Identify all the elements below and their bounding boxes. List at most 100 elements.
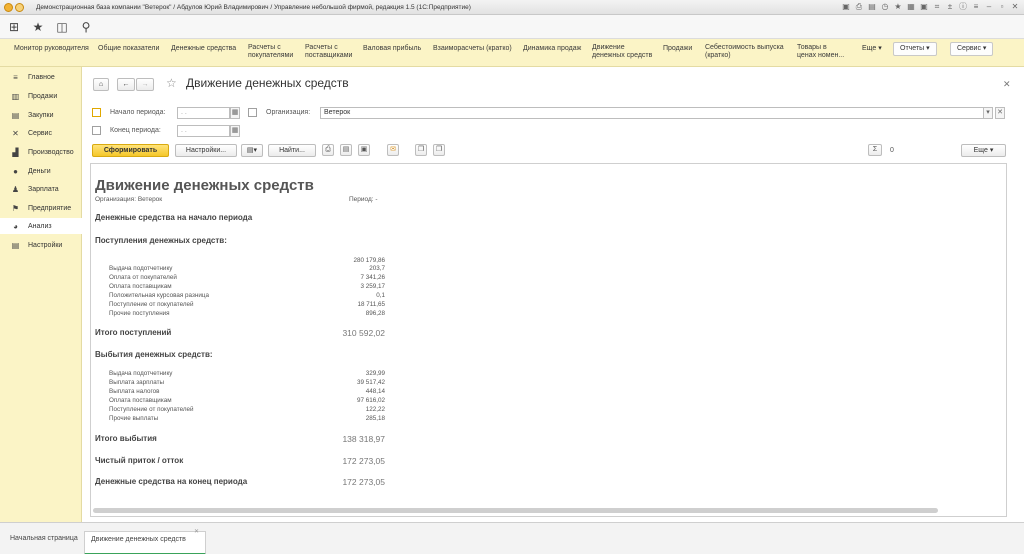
sidebar-item-label: Сервис <box>28 129 52 137</box>
section-item[interactable]: Валовая прибыль <box>363 45 421 53</box>
income-total: Итого поступлений 310 592,02 <box>95 328 385 340</box>
copy-button[interactable]: ❐ <box>415 144 427 156</box>
section-item[interactable]: Движение денежных средств <box>592 44 656 60</box>
minimize-icon[interactable]: – <box>984 2 994 12</box>
sum-value: 0 <box>890 147 894 154</box>
sidebar-item-money[interactable]: ● Деньги <box>0 163 82 179</box>
favorites-star-icon[interactable]: ★ <box>28 17 48 37</box>
end-period-label: Конец периода: <box>110 127 161 134</box>
app-menu-icon[interactable] <box>15 2 24 12</box>
tab-home-page[interactable]: Начальная страница <box>10 531 80 554</box>
variant-dropdown-icon: ▤▾ <box>246 147 258 154</box>
info-icon[interactable]: ⓘ <box>958 2 968 12</box>
table-row: Выплата налогов 448,14 <box>109 388 385 397</box>
back-button[interactable]: ← <box>117 78 135 91</box>
sidebar-item-label: Деньги <box>28 167 51 175</box>
organization-dropdown-button[interactable]: ▾ <box>983 107 993 119</box>
sidebar-item-analysis[interactable]: ◕ Анализ <box>0 218 82 234</box>
find-button[interactable]: Найти... <box>268 144 316 157</box>
print-button[interactable]: ⎙ <box>322 144 334 156</box>
end-balance-total: Денежные средства на конец периода 172 27… <box>95 477 385 489</box>
sidebar-item-sales[interactable]: ▥ Продажи <box>0 88 82 104</box>
history-icon[interactable]: ◫ <box>52 17 72 37</box>
sections-more-button[interactable]: Еще ▾ <box>855 42 889 56</box>
end-period-input[interactable]: . . <box>177 125 230 137</box>
section-item[interactable]: Товары в ценах номен... <box>797 44 847 60</box>
flag-icon: ⚑ <box>11 203 20 213</box>
link-icon[interactable]: ⌗ <box>932 2 942 12</box>
sidebar-item-settings[interactable]: ▤ Настройки <box>0 237 82 253</box>
favorite-star-icon[interactable]: ☆ <box>166 76 177 90</box>
horizontal-scrollbar[interactable] <box>93 508 938 513</box>
more-button[interactable]: Еще ▾ <box>961 144 1006 157</box>
generate-button[interactable]: Сформировать <box>92 144 169 157</box>
reports-button[interactable]: Отчеты ▾ <box>893 42 937 56</box>
organization-input[interactable]: Ветерок <box>320 107 984 119</box>
section-item[interactable]: Расчеты с покупателями <box>248 44 296 60</box>
row-label: Положительная курсовая разница <box>109 292 209 299</box>
tab-cash-flow[interactable]: Движение денежных средств <box>84 531 206 554</box>
organization-clear-button[interactable]: ✕ <box>995 107 1005 119</box>
section-item[interactable]: Взаиморасчеты (кратко) <box>433 45 512 53</box>
row-value: 448,14 <box>365 388 385 395</box>
table-row: Поступление от покупателей 122,22 <box>109 406 385 415</box>
row-label: Поступление от покупателей <box>109 406 194 413</box>
preview-button[interactable]: ▤ <box>340 144 352 156</box>
table-row: Оплата от покупателей 7 341,26 <box>109 274 385 283</box>
end-period-checkbox[interactable] <box>92 126 101 135</box>
start-period-input[interactable]: . . <box>177 107 230 119</box>
organization-checkbox[interactable] <box>248 108 257 117</box>
sidebar-item-enterprise[interactable]: ⚑ Предприятие <box>0 200 82 216</box>
outflow-header: Выбытия денежных средств: <box>95 350 213 359</box>
close-tab-icon[interactable]: ✕ <box>194 528 199 535</box>
section-item[interactable]: Себестоимость выпуска (кратко) <box>705 44 789 60</box>
apps-grid-icon[interactable]: ⊞ <box>4 17 24 37</box>
search-icon[interactable]: ⚲ <box>76 17 96 37</box>
save-button[interactable]: ▣ <box>358 144 370 156</box>
sidebar-item-service[interactable]: ✕ Сервис <box>0 125 82 141</box>
start-period-checkbox[interactable] <box>92 108 101 117</box>
list-icon: ≡ <box>13 72 18 82</box>
save-icon[interactable]: ▣ <box>841 2 851 12</box>
section-item[interactable]: Денежные средства <box>171 45 236 53</box>
close-form-icon[interactable]: ✕ <box>1003 79 1011 90</box>
lock-icon[interactable]: ▤ <box>867 2 877 12</box>
sum-button[interactable]: Σ <box>868 144 882 156</box>
sidebar-item-main[interactable]: ≡ Главное <box>0 69 82 85</box>
history-icon[interactable]: ◷ <box>880 2 890 12</box>
window-title: Демонстрационная база компании "Ветерок"… <box>36 3 471 11</box>
section-item[interactable]: Продажи <box>663 45 692 53</box>
start-calendar-button[interactable]: ▦ <box>230 107 240 119</box>
start-balance-label: Денежные средства на начало периода <box>95 213 253 222</box>
copy-all-button[interactable]: ❐ <box>433 144 445 156</box>
settings-button[interactable]: Настройки... <box>175 144 237 157</box>
sidebar-item-purchases[interactable]: ▤ Закупки <box>0 107 82 123</box>
sidebar-item-salary[interactable]: ♟ Зарплата <box>0 181 82 197</box>
favorites-icon[interactable]: ★ <box>893 2 903 12</box>
row-label: Оплата от покупателей <box>109 274 177 281</box>
section-item[interactable]: Монитор руководителя <box>14 45 89 53</box>
home-icon: ⌂ <box>98 81 104 88</box>
section-item[interactable]: Общие показатели <box>98 45 159 53</box>
notify-icon[interactable]: ▣ <box>919 2 929 12</box>
forward-button[interactable]: → <box>136 78 154 91</box>
sidebar-item-production[interactable]: ▟ Производство <box>0 144 82 160</box>
sidebar: ≡ Главное ▥ Продажи ▤ Закупки ✕ Сервис ▟… <box>0 67 82 522</box>
variant-button[interactable]: ▤▾ <box>241 144 263 157</box>
section-item[interactable]: Динамика продаж <box>523 45 581 53</box>
money-icon: ● <box>13 166 18 176</box>
close-icon[interactable]: ✕ <box>1010 2 1020 12</box>
service-button[interactable]: Сервис ▾ <box>950 42 994 56</box>
end-calendar-button[interactable]: ▦ <box>230 125 240 137</box>
section-item[interactable]: Расчеты с поставщиками <box>305 44 355 60</box>
clear-icon: ✕ <box>997 109 1003 116</box>
report-spreadsheet[interactable]: Движение денежных средств Организация: В… <box>90 163 1007 517</box>
print-icon[interactable]: ⎙ <box>854 2 864 12</box>
calc-icon[interactable]: ▦ <box>906 2 916 12</box>
menu-icon[interactable]: ≡ <box>971 2 981 12</box>
zoom-icon[interactable]: ± <box>945 2 955 12</box>
maximize-icon[interactable]: ▫ <box>997 2 1007 12</box>
home-button[interactable]: ⌂ <box>93 78 109 91</box>
mail-button[interactable]: ✉ <box>387 144 399 156</box>
total-label: Итого выбытия <box>95 434 157 443</box>
